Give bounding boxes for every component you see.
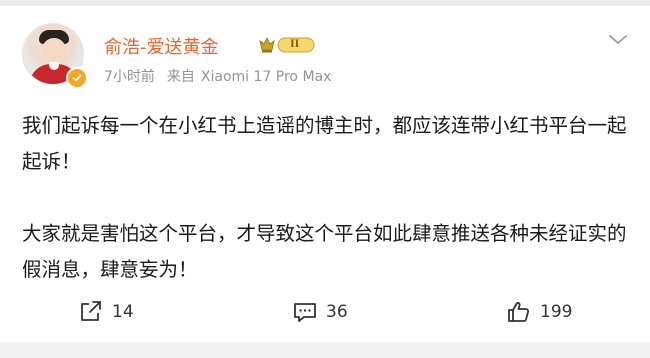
comment-button[interactable]: 36 [292,294,348,330]
comment-count: 36 [326,302,348,322]
share-icon [81,301,101,321]
share-count: 14 [112,302,134,322]
bottom-separator [0,342,650,358]
post-meta: 7小时前 来自 Xiaomi 17 Pro Max [104,66,331,86]
author-avatar-container[interactable] [22,23,88,89]
comment-icon [294,303,316,322]
post-paragraph: 大家就是害怕这个平台，才导致这个平台如此肆意推送各种未经证实的假消息，肆意妄为！ [22,222,627,281]
verified-badge-icon [66,67,88,89]
badge-level-text: II [290,36,300,50]
post-paragraph: 我们起诉每一个在小红书上造谣的博主时，都应该连带小红书平台一起起诉！ [22,114,627,173]
source-device[interactable]: Xiaomi 17 Pro Max [201,69,331,85]
post-actions: 14 36 199 [0,294,650,330]
chevron-down-icon[interactable] [606,32,630,48]
post-content: 我们起诉每一个在小红书上造谣的博主时，都应该连带小红书平台一起起诉！ 大家就是害… [22,108,632,288]
post-time[interactable]: 7小时前 [104,69,155,85]
source-prefix: 来自 [166,69,195,85]
checkmark-icon [72,74,82,82]
like-count: 199 [540,302,573,322]
thumbs-up-icon [508,301,530,322]
member-level-badge[interactable]: II [258,35,318,55]
like-button[interactable]: 199 [506,294,572,330]
author-name[interactable]: 俞浩-爱送黄金 [104,33,219,59]
weibo-post-card: 俞浩-爱送黄金 II 7小时前 来自 Xiaomi 17 Pro Max 我们起诉每… [0,6,650,342]
share-button[interactable]: 14 [78,294,134,330]
crown-badge-icon [259,37,315,53]
